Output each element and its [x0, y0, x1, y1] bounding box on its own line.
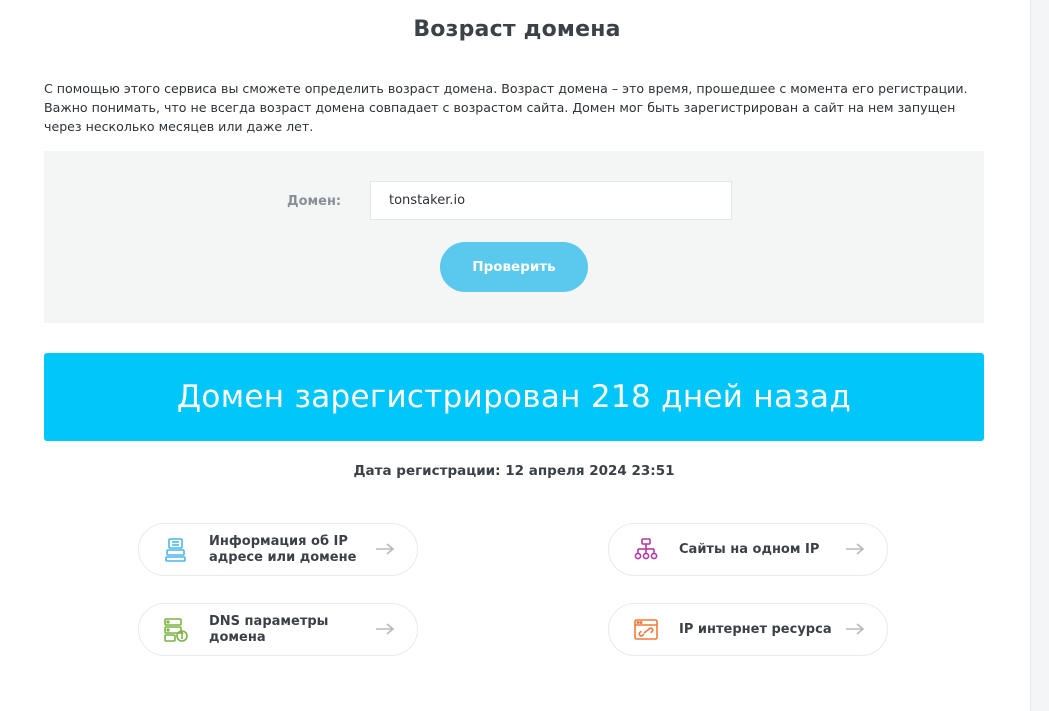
domain-label: Домен: [287, 194, 342, 209]
link-label: Информация об IP адресе или домене [209, 533, 357, 565]
link-label: Сайты на одном IP [679, 541, 820, 557]
dns-settings-icon [164, 618, 188, 642]
link-card-dns[interactable]: DNS параметры домена [138, 603, 418, 656]
browser-link-icon [634, 619, 658, 640]
registration-date: Дата регистрации: 12 апреля 2024 23:51 [353, 463, 675, 479]
domain-form-panel: Домен: Проверить [44, 151, 984, 323]
result-text: Домен зарегистрирован 218 дней назад [176, 379, 852, 415]
scrollbar-track[interactable] [1030, 0, 1049, 711]
check-button[interactable]: Проверить [440, 242, 588, 292]
page-title: Возраст домена [413, 17, 621, 42]
page-description: С помощью этого сервиса вы сможете опред… [44, 81, 968, 134]
link-card-sites-on-ip[interactable]: Сайты на одном IP [608, 523, 888, 576]
link-label: DNS параметры домена [209, 613, 329, 645]
link-card-ip-resource[interactable]: IP интернет ресурса [608, 603, 888, 656]
domain-input[interactable] [370, 181, 732, 220]
arrow-right-icon [376, 623, 395, 635]
result-banner: Домен зарегистрирован 218 дней назад [44, 353, 984, 441]
arrow-right-icon [376, 543, 395, 555]
sitemap-icon [634, 538, 658, 560]
arrow-right-icon [846, 623, 865, 635]
link-card-ip-info[interactable]: Информация об IP адресе или домене [138, 523, 418, 576]
arrow-right-icon [846, 543, 865, 555]
link-label: IP интернет ресурса [679, 621, 832, 637]
server-info-icon [165, 538, 186, 562]
